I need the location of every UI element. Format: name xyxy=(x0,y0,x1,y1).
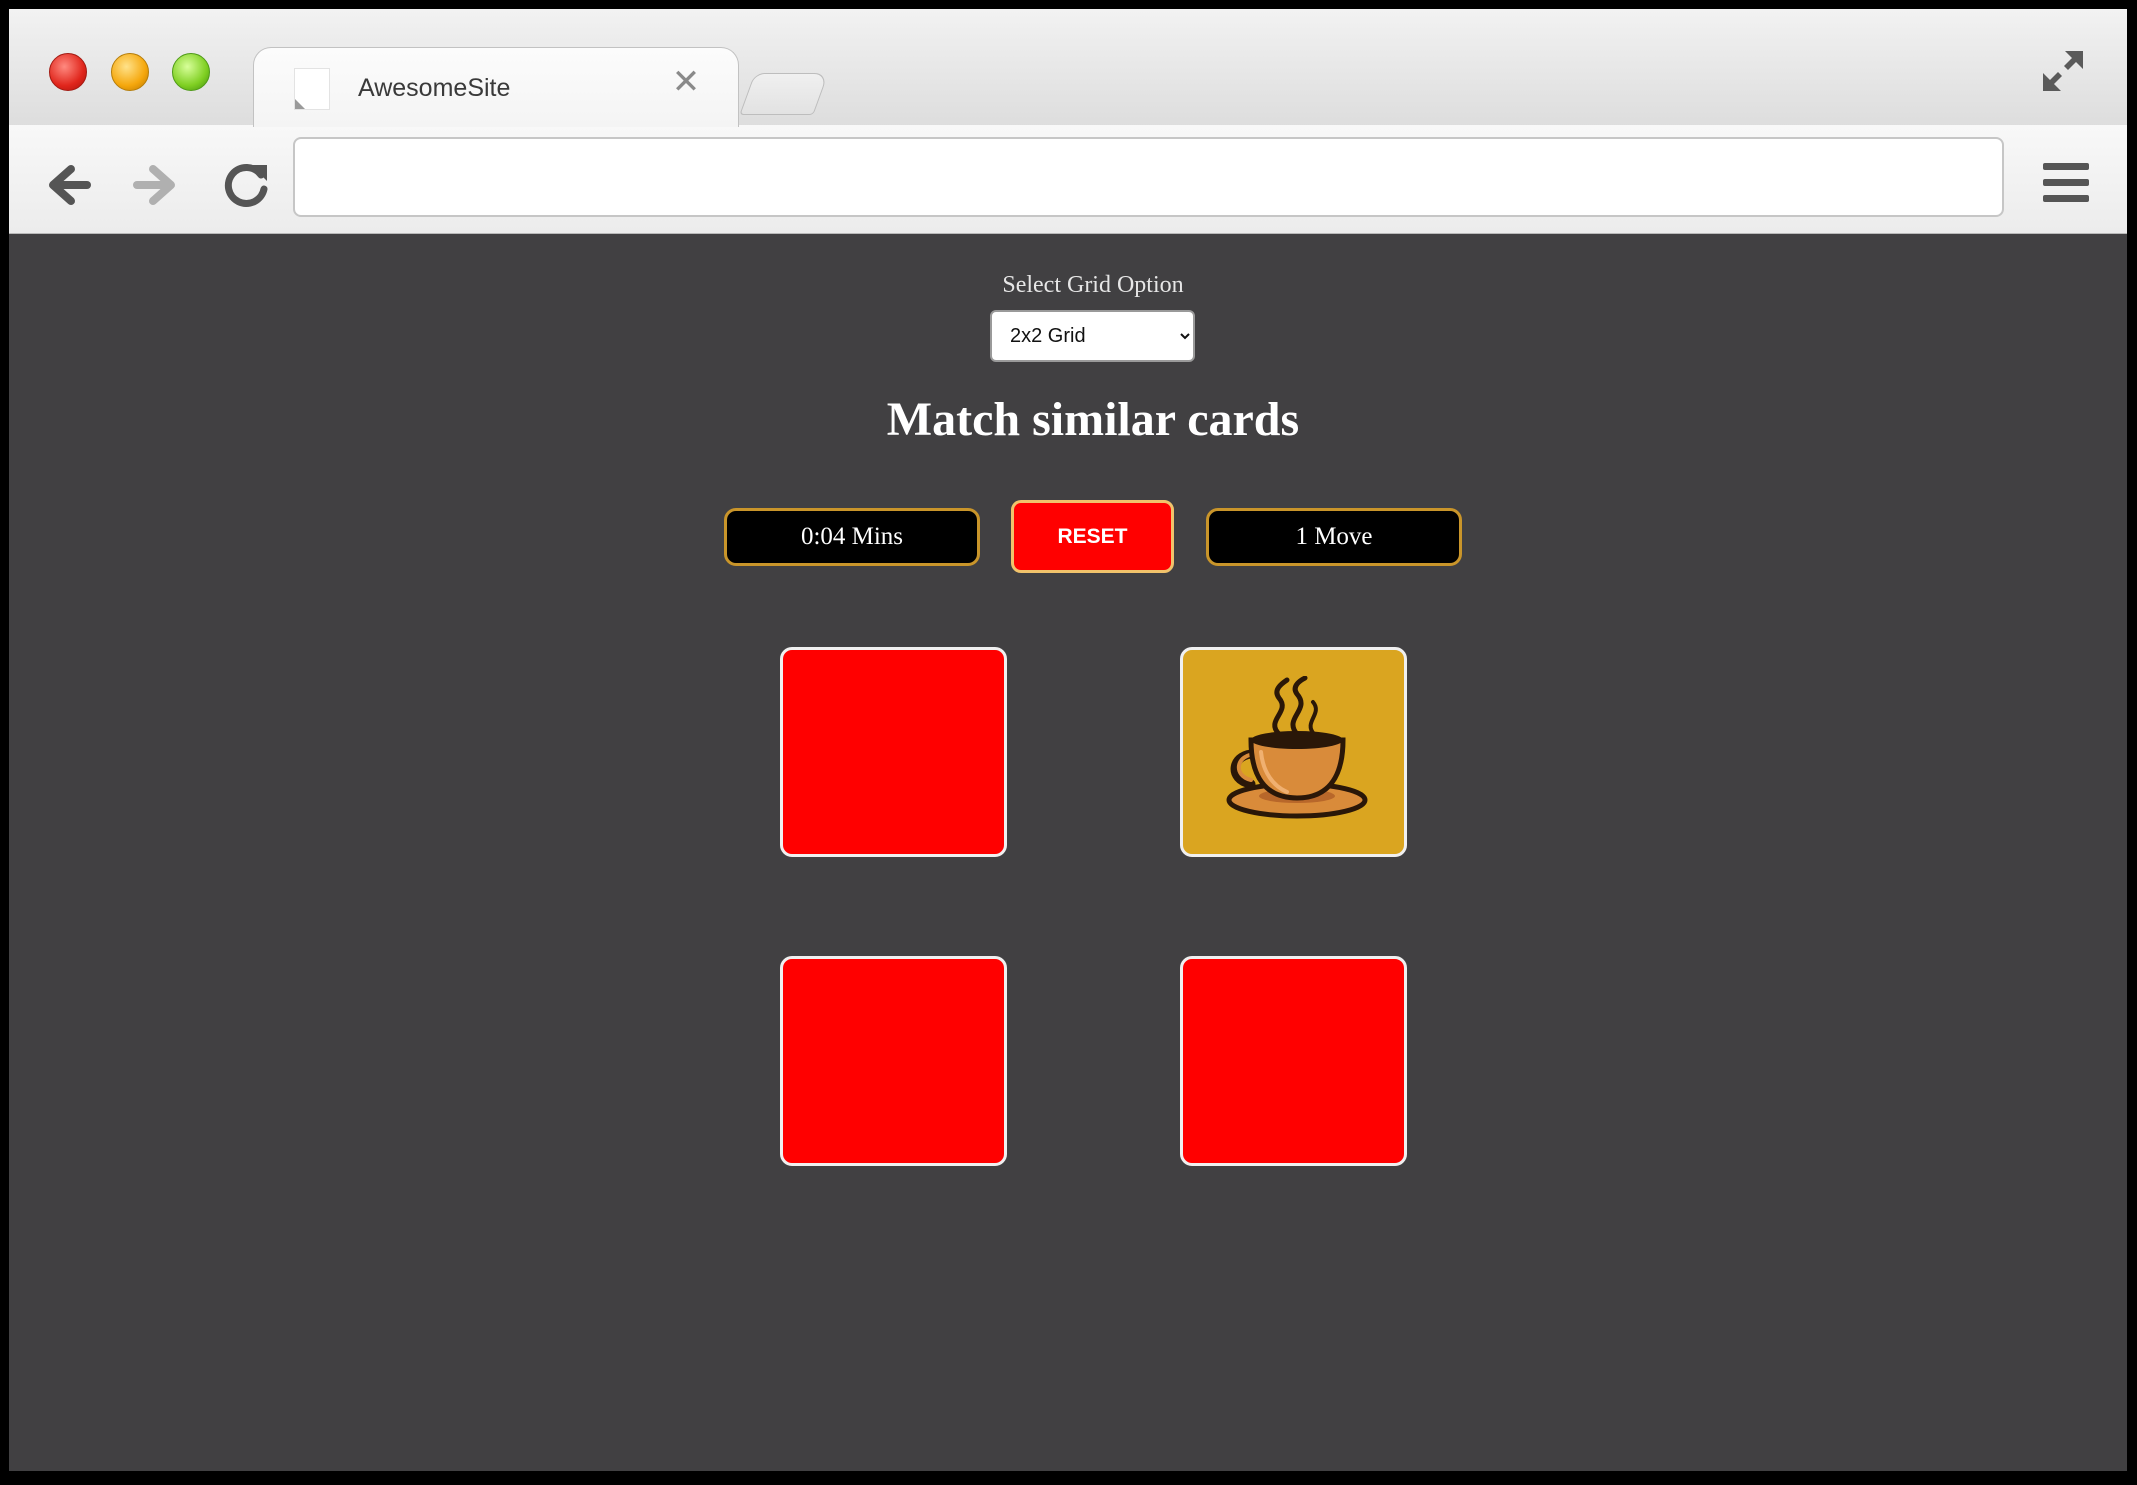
minimize-window-button[interactable] xyxy=(111,53,149,91)
timer-display: 0:04 Mins xyxy=(724,508,980,566)
reload-icon[interactable] xyxy=(221,159,273,211)
address-bar[interactable] xyxy=(293,137,2004,217)
memory-card[interactable] xyxy=(1180,956,1407,1166)
memory-card[interactable] xyxy=(780,956,1007,1166)
moves-counter: 1 Move xyxy=(1206,508,1462,566)
back-arrow-icon[interactable] xyxy=(41,159,93,211)
memory-card[interactable] xyxy=(780,647,1007,857)
browser-chrome: AwesomeSite ✕ xyxy=(9,9,2127,234)
grid-option-select[interactable]: 2x2 Grid xyxy=(990,310,1195,362)
close-window-button[interactable] xyxy=(49,53,87,91)
coffee-cup-icon xyxy=(1226,676,1368,819)
page-title: Match similar cards xyxy=(886,393,1300,446)
browser-tab[interactable]: AwesomeSite ✕ xyxy=(253,47,739,127)
browser-window: AwesomeSite ✕ Select Grid Option 2x2 Gri… xyxy=(9,9,2127,1471)
new-tab-button[interactable] xyxy=(739,73,829,115)
fullscreen-expand-icon[interactable] xyxy=(2039,47,2087,95)
tab-close-icon[interactable]: ✕ xyxy=(668,64,704,100)
hamburger-menu-icon[interactable] xyxy=(2039,155,2093,211)
grid-option-label: Select Grid Option xyxy=(1002,272,1184,298)
memory-card[interactable] xyxy=(1180,647,1407,857)
page-favicon-icon xyxy=(294,68,330,110)
game-page: Select Grid Option 2x2 Grid Match simila… xyxy=(9,234,2127,1471)
reset-button[interactable]: RESET xyxy=(1011,500,1174,573)
zoom-window-button[interactable] xyxy=(172,53,210,91)
tab-title: AwesomeSite xyxy=(358,74,511,102)
forward-arrow-icon[interactable] xyxy=(131,159,183,211)
